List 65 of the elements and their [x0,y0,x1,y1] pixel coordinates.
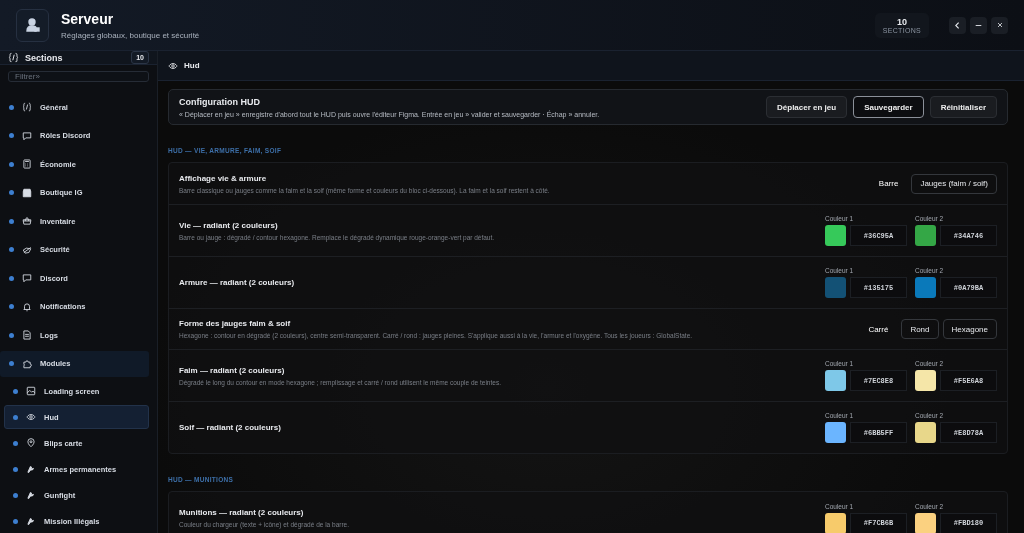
color-swatch[interactable] [915,225,936,246]
chat-icon [22,273,32,284]
setting-title: Armure — radiant (2 couleurs) [179,278,296,287]
bullet-icon [9,104,14,110]
color-swatch[interactable] [825,422,846,443]
count-value: 10 [896,16,907,27]
setting-title: Faim — radiant (2 couleurs) [179,365,286,375]
setting-title: Affichage vie & armure [179,173,268,183]
bullet-icon [9,332,14,338]
bullet-icon [13,388,18,394]
app-title: Serveur [61,10,115,27]
bullet-icon [9,275,14,281]
eye-icon [26,412,36,422]
filter-field[interactable]: Filtrer» [8,71,149,82]
close-icon [995,21,1004,29]
bullet-icon [9,247,14,253]
bullet-icon [13,518,18,524]
action-button[interactable]: Déplacer en jeu [766,96,848,118]
bullet-icon [9,190,14,196]
close-button[interactable] [991,16,1008,34]
setting-title: Munitions — radiant (2 couleurs) [179,508,305,517]
eye-icon [168,60,178,71]
map-pin-icon [26,438,36,448]
calculator-icon [22,159,32,170]
back-button[interactable] [949,16,966,34]
chat-icon [22,130,32,141]
braces-icon [22,102,32,113]
setting-title: Vie — radiant (2 couleurs) [179,220,279,230]
color-swatch[interactable] [825,512,846,533]
bullet-icon [13,414,18,420]
color-swatch[interactable] [915,422,936,443]
color-swatch[interactable] [825,225,846,246]
color-swatch[interactable] [825,370,846,391]
option-button[interactable]: Carré [859,319,898,339]
bell-icon [22,301,32,312]
bullet-icon [9,361,14,367]
braces-icon [8,52,19,63]
image-icon [26,386,36,396]
basket-icon [22,216,32,227]
bullet-icon [9,304,14,310]
bullet-icon [13,440,18,446]
app-subtitle: Réglages globaux, boutique et sécurité [61,30,201,40]
option-button[interactable]: Barre [869,173,908,194]
bullet-icon [9,161,14,167]
action-button[interactable]: Réinitialiser [929,96,997,118]
save-button[interactable]: Sauvegarder [853,96,924,118]
bullet-icon [9,133,14,139]
color-swatch[interactable] [825,277,846,298]
option-button[interactable]: Jauges (faim / soif) [911,173,997,194]
sidebar-title: Sections [25,52,64,63]
bullet-icon [13,492,18,498]
bullet-icon [13,466,18,472]
chevron-left-icon [953,20,962,30]
setting-title: Forme des jauges faim & soif [179,319,292,328]
bullet-icon [9,218,14,224]
color-swatch[interactable] [915,277,936,298]
document-icon [22,330,32,341]
option-button[interactable]: Hexagone [942,319,997,339]
color-swatch[interactable] [915,512,936,533]
config-title: Configuration HUD [179,96,261,107]
setting-title: Soif — radiant (2 couleurs) [179,423,282,432]
user-lock-icon [24,17,41,33]
option-button[interactable]: Rond [901,319,939,339]
color-swatch[interactable] [915,370,936,391]
panel-title: Hud [184,61,200,70]
